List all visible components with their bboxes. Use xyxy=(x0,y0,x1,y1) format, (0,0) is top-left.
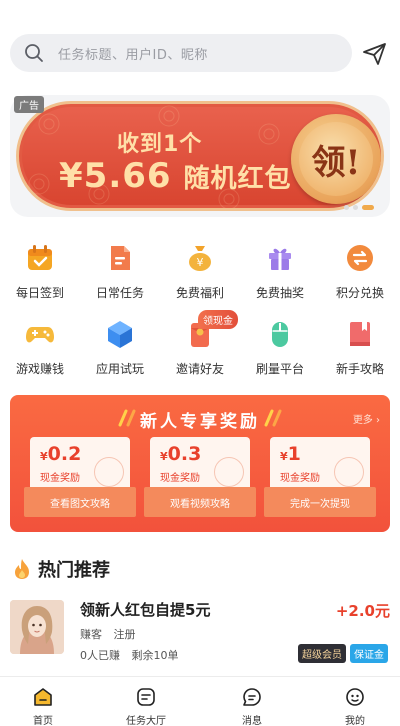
mouse-icon xyxy=(272,322,288,347)
flame-icon xyxy=(15,559,29,579)
coupon-action[interactable]: 查看图文攻略 xyxy=(24,487,136,517)
coupon-caption: 现金奖励 xyxy=(160,473,200,484)
deposit-badge: 保证金 xyxy=(350,644,388,663)
coupon-amount: ¥0.3 xyxy=(160,443,202,465)
tab-profile[interactable]: 我的 xyxy=(315,687,395,726)
banner-subtext: 随机红包 xyxy=(183,164,292,194)
profile-icon xyxy=(346,688,364,706)
grid-item-label: 应用试玩 xyxy=(95,362,144,376)
task-reward: +2.0元 xyxy=(335,602,390,620)
newcomer-more-link[interactable]: 更多 › xyxy=(353,411,380,426)
banner-red-envelope: 收到1个 ¥5.66 随机红包 领! xyxy=(16,101,384,211)
super-vip-badge: 超级会员 xyxy=(298,644,346,663)
grid-item-game-earn[interactable]: 游戏赚钱 xyxy=(0,318,80,377)
reward-coupon[interactable]: ¥0.3 现金奖励 观看视频攻略 xyxy=(144,437,256,517)
tab-label: 我的 xyxy=(345,716,365,726)
grid-item-daily-checkin[interactable]: 每日签到 xyxy=(0,242,80,301)
reward-coupon[interactable]: ¥1 现金奖励 完成一次提现 xyxy=(264,437,376,517)
money-bag-icon: ¥ xyxy=(189,246,211,271)
task-tag: 注册 xyxy=(113,628,136,641)
book-icon xyxy=(350,322,370,346)
coupon-caption: 现金奖励 xyxy=(40,473,80,484)
tab-label: 消息 xyxy=(242,716,262,726)
reward-coupon[interactable]: ¥0.2 现金奖励 查看图文攻略 xyxy=(24,437,136,517)
task-list-item[interactable]: 领新人红包自提5元 +2.0元 赚客 注册 0人已赚 剩余10单 超级会员 保证… xyxy=(0,590,400,670)
grid-item-label: 每日签到 xyxy=(15,286,64,300)
grid-item-points-exchange[interactable]: 积分兑换 xyxy=(320,242,400,301)
bottom-tab-bar: 首页 任务大厅 消息 我的 xyxy=(0,676,400,726)
search-bar[interactable]: 任务标题、用户ID、昵称 xyxy=(10,34,352,72)
svg-text:¥: ¥ xyxy=(197,256,204,269)
grid-item-label: 积分兑换 xyxy=(335,286,384,300)
tab-label: 任务大厅 xyxy=(126,716,166,726)
banner-amount-row: ¥5.66 随机红包 xyxy=(59,156,292,196)
grid-item-label: 邀请好友 xyxy=(175,362,224,376)
grid-item-label: 免费抽奖 xyxy=(255,286,304,300)
coupon-amount: ¥1 xyxy=(280,443,301,465)
carousel-indicator xyxy=(344,205,374,210)
newcomer-rewards-card: 新人专享奖励 更多 › ¥0.2 现金奖励 查看图文攻略 ¥0.3 现金奖励 观… xyxy=(10,395,390,532)
grid-item-beginner-guide[interactable]: 新手攻略 xyxy=(320,318,400,377)
decor-slash-icon xyxy=(264,409,282,427)
stamp-icon xyxy=(214,457,244,487)
tab-home[interactable]: 首页 xyxy=(3,687,83,726)
grid-item-free-lottery[interactable]: 免费抽奖 xyxy=(240,242,320,301)
claim-button-label: 领! xyxy=(311,142,361,183)
carousel-dot[interactable] xyxy=(353,205,358,210)
cube-icon xyxy=(108,321,132,348)
get-cash-badge: 领现金 xyxy=(198,310,238,329)
send-icon[interactable] xyxy=(362,42,388,66)
home-icon xyxy=(34,688,52,706)
ad-tag: 广告 xyxy=(14,96,44,113)
hot-section-header: 热门推荐 xyxy=(12,556,110,582)
grid-item-traffic-platform[interactable]: 刷量平台 xyxy=(240,318,320,377)
stamp-icon xyxy=(334,457,364,487)
task-stats: 0人已赚 剩余10单 xyxy=(80,647,187,663)
task-earned-count: 0人已赚 xyxy=(80,649,120,662)
grid-item-label: 新手攻略 xyxy=(335,362,384,376)
search-icon xyxy=(25,44,43,62)
stamp-icon xyxy=(94,457,124,487)
tab-messages[interactable]: 消息 xyxy=(212,687,292,726)
coupon-action[interactable]: 完成一次提现 xyxy=(264,487,376,517)
carousel-dot[interactable] xyxy=(344,205,349,210)
claim-button[interactable]: 领! xyxy=(291,114,381,204)
avatar xyxy=(10,600,64,654)
search-placeholder: 任务标题、用户ID、昵称 xyxy=(58,47,208,63)
task-hall-icon xyxy=(137,688,155,706)
exchange-icon xyxy=(347,245,373,271)
coupon-action[interactable]: 观看视频攻略 xyxy=(144,487,256,517)
gamepad-icon xyxy=(26,327,54,343)
banner-headline: 收到1个 xyxy=(117,132,203,157)
calendar-check-icon xyxy=(28,245,52,270)
task-remaining: 剩余10单 xyxy=(131,649,179,662)
coupon-caption: 现金奖励 xyxy=(280,473,320,484)
document-icon xyxy=(111,246,130,270)
hot-section-title: 热门推荐 xyxy=(38,560,110,581)
grid-item-label: 游戏赚钱 xyxy=(15,362,64,376)
gift-icon xyxy=(269,248,291,270)
grid-item-app-trial[interactable]: 应用试玩 xyxy=(80,318,160,377)
newcomer-title: 新人专享奖励 xyxy=(140,412,260,432)
grid-item-label: 日常任务 xyxy=(95,286,144,300)
grid-item-free-welfare[interactable]: ¥ 免费福利 xyxy=(160,242,240,301)
task-tags: 赚客 注册 xyxy=(80,626,144,642)
banner-amount: ¥5.66 xyxy=(59,156,172,196)
message-icon xyxy=(243,688,261,706)
task-tag: 赚客 xyxy=(80,628,102,641)
tab-label: 首页 xyxy=(33,716,53,726)
carousel-dot-active[interactable] xyxy=(362,205,374,210)
ad-banner[interactable]: 收到1个 ¥5.66 随机红包 领! xyxy=(10,95,390,217)
grid-item-daily-tasks[interactable]: 日常任务 xyxy=(80,242,160,301)
grid-item-label: 免费福利 xyxy=(175,286,224,300)
coupon-amount: ¥0.2 xyxy=(40,443,82,465)
grid-item-label: 刷量平台 xyxy=(255,362,304,376)
tab-task-hall[interactable]: 任务大厅 xyxy=(106,687,186,726)
task-title: 领新人红包自提5元 xyxy=(80,601,211,619)
